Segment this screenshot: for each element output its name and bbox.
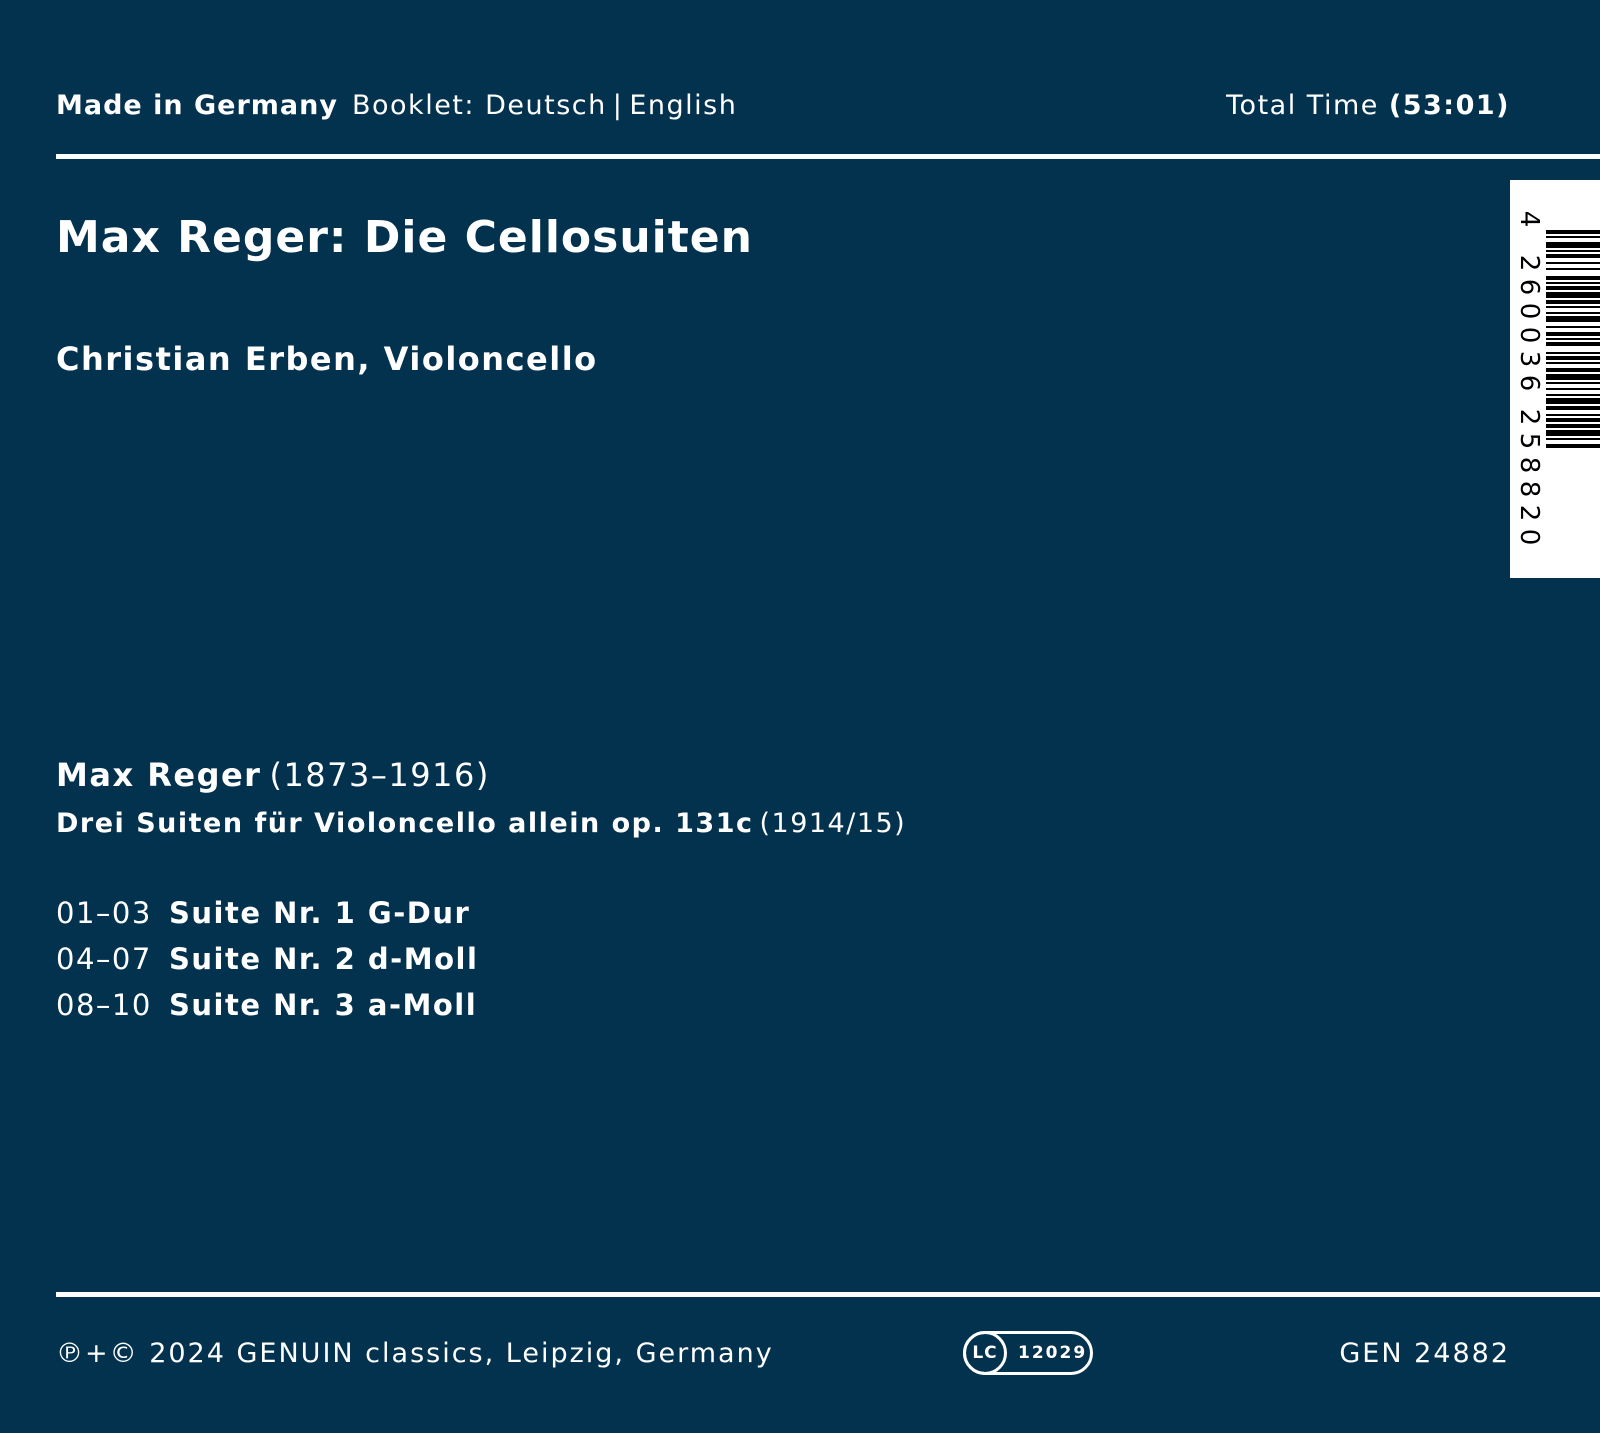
barcode-bar — [1546, 430, 1600, 436]
track-row: 01–03 Suite Nr. 1 G-Dur — [56, 896, 478, 942]
track-title: Suite Nr. 2 d-Moll — [169, 942, 479, 976]
booklet-languages: Booklet: Deutsch | English — [352, 90, 737, 121]
barcode-bar — [1546, 394, 1600, 396]
barcode-digit: 0 — [1514, 528, 1544, 546]
total-time-label: Total Time — [1226, 90, 1379, 121]
track-title: Suite Nr. 1 G-Dur — [169, 896, 471, 930]
bottom-divider — [56, 1292, 1600, 1297]
barcode-bar — [1546, 286, 1600, 290]
track-numbers: 08–10 — [56, 988, 152, 1022]
barcode-bar — [1546, 356, 1600, 360]
barcode-bar — [1546, 368, 1600, 372]
booklet-separator: | — [612, 90, 624, 121]
barcode-bar — [1546, 342, 1600, 346]
catalog-number: GEN 24882 — [1339, 1338, 1510, 1369]
barcode-bar — [1546, 282, 1600, 284]
album-title: Max Reger: Die Cellosuiten — [56, 212, 753, 263]
barcode-bar — [1546, 418, 1600, 422]
performer: Christian Erben, Violoncello — [56, 340, 598, 378]
composer: Max Reger (1873–1916) — [56, 756, 490, 794]
track-title: Suite Nr. 3 a-Moll — [169, 988, 478, 1022]
composer-dates: (1873–1916) — [269, 756, 490, 794]
barcode-bars — [1546, 230, 1600, 448]
track-numbers: 01–03 — [56, 896, 152, 930]
barcode-bar — [1546, 424, 1600, 428]
barcode-bar — [1546, 230, 1600, 234]
lc-circle: LC — [963, 1331, 1007, 1375]
barcode-bar — [1546, 276, 1600, 280]
barcode-bar — [1546, 338, 1600, 340]
barcode-bar — [1546, 306, 1600, 308]
barcode-bar — [1546, 312, 1600, 314]
barcode-bar — [1546, 292, 1600, 298]
track-row: 08–10 Suite Nr. 3 a-Moll — [56, 988, 478, 1034]
lc-code: 12029 — [1018, 1343, 1088, 1363]
barcode-bar — [1546, 300, 1600, 304]
track-row: 04–07 Suite Nr. 2 d-Moll — [56, 942, 478, 988]
barcode-bar — [1546, 236, 1600, 238]
barcode-digit: 6 — [1514, 374, 1544, 392]
composer-name: Max Reger — [56, 756, 262, 794]
barcode-bar — [1546, 406, 1600, 410]
barcode-bar — [1546, 326, 1600, 328]
barcode-bar — [1546, 398, 1600, 404]
barcode-bar — [1546, 316, 1600, 322]
work-year: (1914/15) — [759, 808, 907, 839]
barcode-bar — [1546, 362, 1600, 364]
barcode-bar — [1546, 414, 1600, 416]
booklet-label: Booklet: — [352, 90, 475, 121]
booklet-lang-en: English — [629, 90, 738, 121]
barcode-bar — [1546, 268, 1600, 270]
barcode-bar — [1546, 250, 1600, 252]
label-code-logo: LC 12029 — [963, 1331, 1093, 1375]
total-time: Total Time (53:01) — [1226, 90, 1510, 121]
copyright: ℗+© 2024 GENUIN classics, Leipzig, Germa… — [56, 1338, 774, 1369]
total-time-value: (53:01) — [1388, 90, 1510, 121]
barcode-bar — [1546, 254, 1600, 258]
barcode-bar — [1546, 374, 1600, 380]
track-list: 01–03 Suite Nr. 1 G-Dur 04–07 Suite Nr. 2 … — [56, 896, 478, 1034]
barcode: 4260036258820 — [1510, 180, 1600, 578]
barcode-bar — [1546, 388, 1600, 390]
track-numbers: 04–07 — [56, 942, 152, 976]
top-divider — [56, 154, 1600, 159]
barcode-bar — [1546, 332, 1600, 336]
barcode-bar — [1546, 382, 1600, 384]
made-in-label: Made in Germany — [56, 90, 338, 121]
barcode-bar — [1546, 438, 1600, 440]
barcode-bar — [1546, 262, 1600, 264]
barcode-digit: 4 — [1514, 210, 1544, 228]
work: Drei Suiten für Violoncello allein op. 1… — [56, 808, 906, 839]
barcode-bar — [1546, 444, 1600, 448]
barcode-bar — [1546, 352, 1600, 354]
barcode-bar — [1546, 242, 1600, 248]
booklet-lang-de: Deutsch — [485, 90, 607, 121]
barcode-digits: 4260036258820 — [1514, 204, 1544, 564]
work-title: Drei Suiten für Violoncello allein op. 1… — [56, 808, 754, 839]
